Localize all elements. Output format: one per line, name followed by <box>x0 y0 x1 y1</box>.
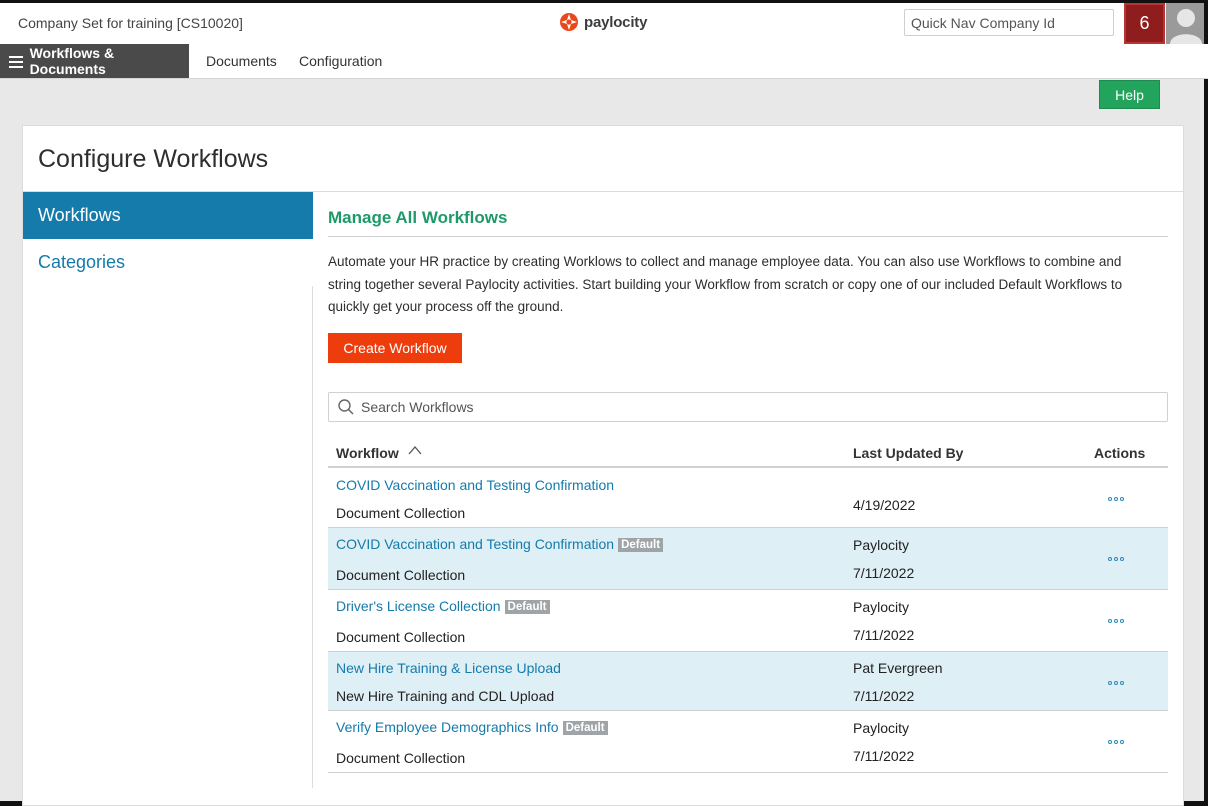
row-actions-menu-icon[interactable] <box>1108 737 1128 747</box>
workflow-name-link[interactable]: COVID Vaccination and Testing Confirmati… <box>336 477 614 493</box>
divider <box>328 236 1168 237</box>
quick-nav-company-input[interactable] <box>904 9 1114 36</box>
user-icon <box>1170 9 1202 44</box>
row-actions-menu-icon[interactable] <box>1108 616 1128 626</box>
workflow-category: New Hire Training and CDL Upload <box>336 688 555 704</box>
search-icon <box>338 399 354 415</box>
column-header-last-updated: Last Updated By <box>853 445 964 461</box>
help-button[interactable]: Help <box>1099 80 1160 109</box>
workflow-name-link[interactable]: Verify Employee Demographics Info Default <box>336 719 608 735</box>
menu-label: Workflows & Documents <box>29 45 115 77</box>
intro-line: quickly get your process off the ground. <box>328 299 564 314</box>
workflow-category: Document Collection <box>336 750 466 766</box>
last-updated-date: 7/11/2022 <box>853 565 915 581</box>
sidebar-item-workflows[interactable]: Workflows <box>23 192 313 239</box>
configure-workflows-card: Configure Workflows Workflows Categories… <box>22 125 1184 806</box>
brand-name: paylocity <box>584 13 648 31</box>
row-actions-menu-icon[interactable] <box>1108 678 1128 688</box>
sidebar-item-label: Categories <box>38 252 126 272</box>
last-updated-by: Paylocity <box>853 537 910 553</box>
nav-link-configuration[interactable]: Configuration <box>299 53 382 69</box>
module-nav-bar: Workflows & Documents Documents Configur… <box>0 44 1208 79</box>
workflow-category: Document Collection <box>336 567 466 583</box>
column-header-workflow[interactable]: Workflow <box>336 445 399 461</box>
last-updated-date: 4/19/2022 <box>853 497 916 513</box>
notifications-badge[interactable]: 6 <box>1124 3 1165 44</box>
sidebar-item-label: Workflows <box>38 205 121 225</box>
column-header-actions: Actions <box>1094 445 1146 461</box>
sidebar-item-categories[interactable]: Categories <box>23 239 313 286</box>
workflow-name: COVID Vaccination and Testing Confirmati… <box>336 536 615 552</box>
workflow-category: Document Collection <box>336 629 466 645</box>
nav-link-documents[interactable]: Documents <box>206 53 277 69</box>
last-updated-date: 7/11/2022 <box>853 748 915 764</box>
workflow-name-link[interactable]: New Hire Training & License Upload <box>336 660 561 676</box>
last-updated-by: Paylocity <box>853 599 910 615</box>
sort-ascending-icon[interactable] <box>408 445 422 455</box>
workflow-name: Verify Employee Demographics Info <box>336 719 559 735</box>
last-updated-date: 7/11/2022 <box>853 688 915 704</box>
intro-line: string together several Paylocity activi… <box>328 276 1123 292</box>
paylocity-logo[interactable]: paylocity <box>559 12 647 32</box>
default-badge: Default <box>504 600 550 614</box>
user-avatar[interactable] <box>1166 3 1204 44</box>
company-name: Company Set for training [CS10020] <box>18 15 243 31</box>
workflow-name-link[interactable]: COVID Vaccination and Testing Confirmati… <box>336 536 664 552</box>
intro-text: Automate your HR practice by creating Wo… <box>328 251 1168 319</box>
last-updated-by: Paylocity <box>853 720 910 736</box>
last-updated-by: Pat Evergreen <box>853 660 943 676</box>
table-row: COVID Vaccination and Testing Confirmati… <box>328 469 1168 528</box>
row-actions-menu-icon[interactable] <box>1108 554 1128 564</box>
default-badge: Default <box>562 721 608 735</box>
page-title: Configure Workflows <box>38 145 269 173</box>
last-updated-date: 7/11/2022 <box>853 627 915 643</box>
top-bar: Company Set for training [CS10020] paylo… <box>0 3 1204 44</box>
search-workflows-box[interactable] <box>328 392 1168 422</box>
table-row: Driver's License Collection Default Docum… <box>328 590 1168 652</box>
intro-line: Automate your HR practice by creating Wo… <box>328 254 1122 269</box>
workflow-name: Driver's License Collection <box>336 598 501 614</box>
workflows-documents-menu-button[interactable]: Workflows & Documents <box>0 44 189 78</box>
create-workflow-button[interactable]: Create Workflow <box>328 333 462 363</box>
table-header: Workflow Last Updated By Actions <box>328 439 1168 468</box>
table-row: Verify Employee Demographics Info Default… <box>328 711 1168 773</box>
table-row: New Hire Training & License Upload New H… <box>328 652 1168 711</box>
search-workflows-input[interactable] <box>361 394 1151 420</box>
table-row: COVID Vaccination and Testing Confirmati… <box>328 528 1168 590</box>
notification-count: 6 <box>1139 13 1150 33</box>
hamburger-icon <box>9 55 23 68</box>
row-actions-menu-icon[interactable] <box>1108 494 1128 504</box>
section-title: Manage All Workflows <box>328 208 508 227</box>
paylocity-logo-icon <box>560 13 578 31</box>
default-badge: Default <box>618 538 664 552</box>
workflow-category: Document Collection <box>336 505 466 521</box>
window-frame-right <box>1204 0 1208 806</box>
workflow-name-link[interactable]: Driver's License Collection Default <box>336 598 550 614</box>
